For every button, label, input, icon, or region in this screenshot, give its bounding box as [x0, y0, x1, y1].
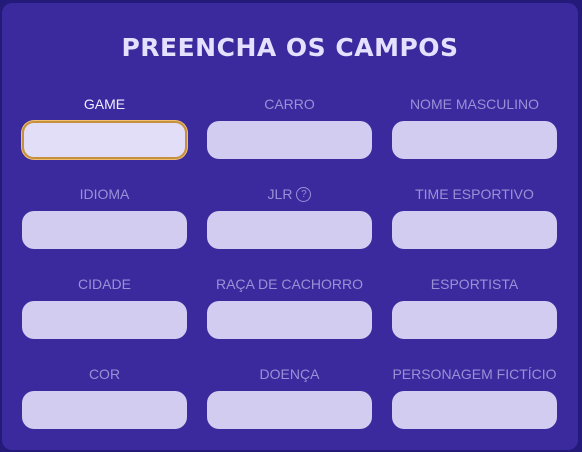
field-personagem-ficticio: PERSONAGEM FICTÍCIO	[392, 365, 557, 429]
field-label: TIME ESPORTIVO	[415, 186, 534, 202]
field-carro: CARRO	[207, 95, 372, 159]
field-esportista: ESPORTISTA	[392, 275, 557, 339]
field-label: GAME	[83, 96, 126, 112]
field-label: DOENÇA	[259, 366, 320, 382]
jlr-input[interactable]	[207, 211, 372, 249]
field-game: GAME	[22, 95, 187, 159]
raca-de-cachorro-input[interactable]	[207, 301, 372, 339]
question-circle-icon[interactable]: ?	[296, 186, 312, 202]
field-jlr: JLR?	[207, 185, 372, 249]
personagem-ficticio-input[interactable]	[392, 391, 557, 429]
field-nome-masculino: NOME MASCULINO	[392, 95, 557, 159]
nome-masculino-input[interactable]	[392, 121, 557, 159]
field-label: IDIOMA	[79, 186, 130, 202]
field-label: RAÇA DE CACHORRO	[215, 276, 364, 292]
form-title: PREENCHA OS CAMPOS	[121, 33, 459, 62]
field-label-wrap: JLR?	[207, 185, 372, 203]
field-cidade: CIDADE	[22, 275, 187, 339]
time-esportivo-input[interactable]	[392, 211, 557, 249]
carro-input[interactable]	[207, 121, 372, 159]
idioma-input[interactable]	[22, 211, 187, 249]
field-label: NOME MASCULINO	[409, 96, 540, 112]
field-time-esportivo: TIME ESPORTIVO	[392, 185, 557, 249]
field-label: CIDADE	[78, 276, 131, 292]
doenca-input[interactable]	[207, 391, 372, 429]
cor-input[interactable]	[22, 391, 187, 429]
field-label: COR	[88, 366, 121, 382]
game-input[interactable]	[22, 121, 187, 159]
field-label: PERSONAGEM FICTÍCIO	[392, 366, 557, 382]
esportista-input[interactable]	[392, 301, 557, 339]
field-doenca: DOENÇA	[207, 365, 372, 429]
field-raca-de-cachorro: RAÇA DE CACHORRO	[207, 275, 372, 339]
field-cor: COR	[22, 365, 187, 429]
field-label: JLR	[267, 186, 293, 202]
field-label: CARRO	[264, 96, 315, 112]
field-idioma: IDIOMA	[22, 185, 187, 249]
cidade-input[interactable]	[22, 301, 187, 339]
field-label: ESPORTISTA	[430, 276, 519, 292]
form-panel: PREENCHA OS CAMPOS GAME CARRO NOME MASCU…	[2, 3, 578, 450]
